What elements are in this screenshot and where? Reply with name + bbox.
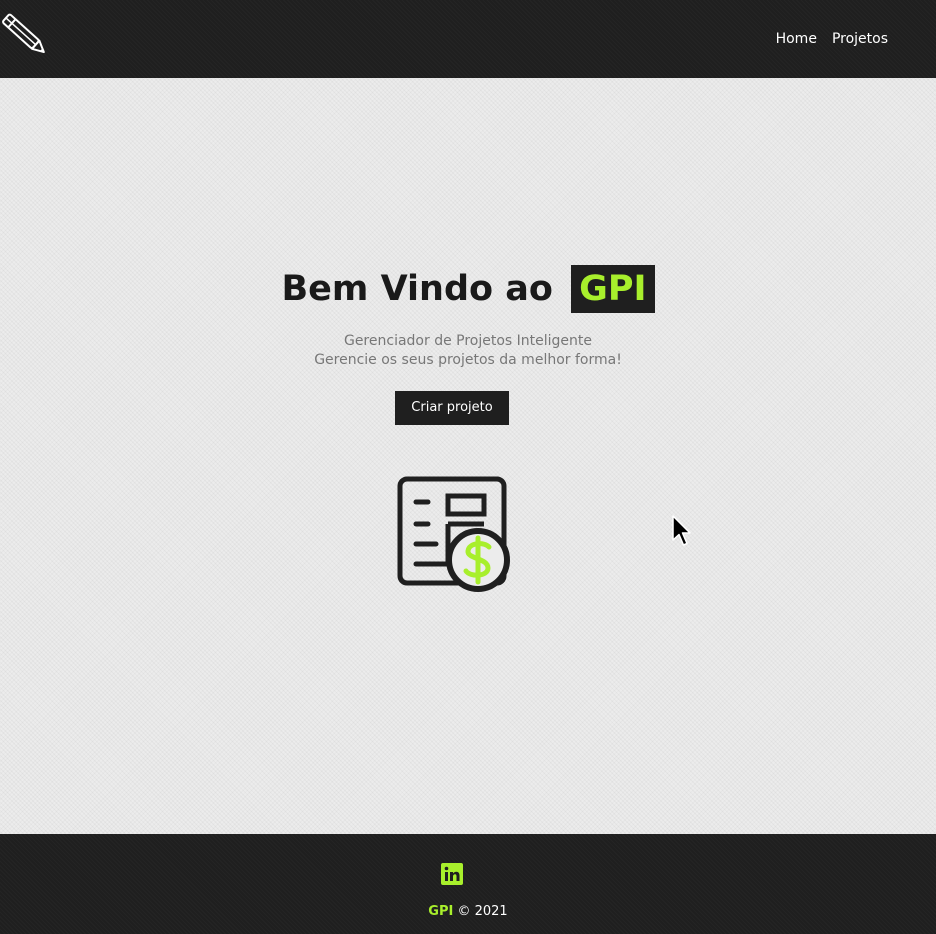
hero-subtitle-line2: Gerencie os seus projetos da melhor form… xyxy=(314,352,622,368)
hero-title: Bem Vindo ao GPI xyxy=(0,264,936,314)
copyright: GPI © 2021 xyxy=(0,903,936,921)
create-project-button[interactable]: Criar projeto xyxy=(395,391,509,425)
nav-links: Home Projetos xyxy=(776,30,888,48)
copyright-text: © 2021 xyxy=(457,904,508,919)
hero-title-brand: GPI xyxy=(571,265,655,313)
pencil-icon[interactable] xyxy=(0,10,52,62)
hero-section: Bem Vindo ao GPI Gerenciador de Projetos… xyxy=(0,78,936,834)
nav-link-home[interactable]: Home xyxy=(776,30,817,48)
navbar: Home Projetos xyxy=(0,0,936,78)
hero-subtitle-line1: Gerenciador de Projetos Inteligente xyxy=(343,333,593,349)
project-budget-icon xyxy=(396,476,514,592)
footer: GPI © 2021 xyxy=(0,834,936,934)
hero-title-text: Bem Vindo ao xyxy=(281,269,566,309)
linkedin-icon[interactable] xyxy=(441,863,463,885)
nav-link-projetos[interactable]: Projetos xyxy=(832,30,888,48)
footer-brand: GPI xyxy=(428,904,454,919)
mouse-cursor-icon xyxy=(672,515,692,547)
